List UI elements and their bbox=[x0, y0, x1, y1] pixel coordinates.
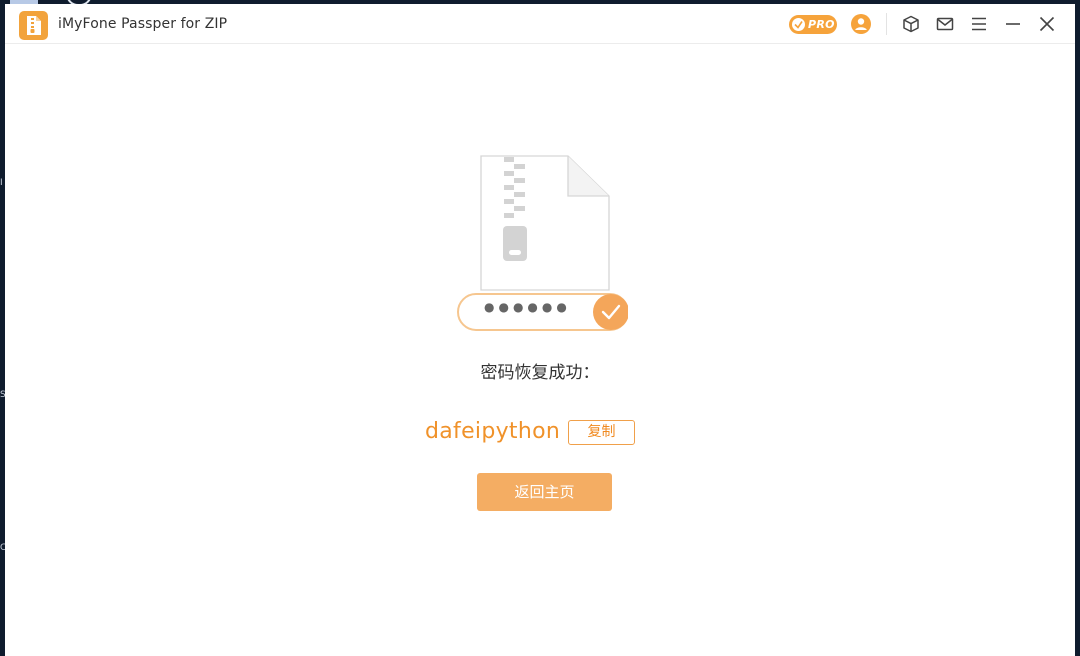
titlebar-separator bbox=[886, 13, 887, 35]
menu-icon[interactable] bbox=[970, 15, 988, 33]
app-logo-icon bbox=[19, 11, 48, 40]
mail-icon[interactable] bbox=[936, 15, 954, 33]
success-label: 密码恢复成功： bbox=[480, 363, 600, 383]
back-home-button[interactable]: 返回主页 bbox=[477, 473, 612, 511]
pro-badge[interactable]: PRO bbox=[789, 15, 837, 34]
copy-button[interactable]: 复制 bbox=[568, 420, 635, 445]
pro-badge-label: PRO bbox=[808, 18, 835, 31]
password-row: dafeipython 复制 bbox=[0, 417, 1080, 449]
close-icon[interactable] bbox=[1038, 15, 1056, 33]
masked-password: ●●●●●● bbox=[484, 300, 571, 314]
minimize-icon[interactable] bbox=[1004, 15, 1022, 33]
pro-badge-icon bbox=[792, 18, 805, 31]
user-icon[interactable] bbox=[851, 14, 871, 34]
app-title: iMyFone Passper for ZIP bbox=[58, 16, 228, 32]
recovered-password: dafeipython bbox=[425, 419, 561, 444]
app-window: iMyFone Passper for ZIP PRO ●●●●●● 密码恢复成… bbox=[5, 4, 1075, 656]
title-bar[interactable]: iMyFone Passper for ZIP PRO bbox=[5, 4, 1075, 44]
edge-glyph: I bbox=[0, 178, 3, 188]
cube-icon[interactable] bbox=[902, 15, 920, 33]
